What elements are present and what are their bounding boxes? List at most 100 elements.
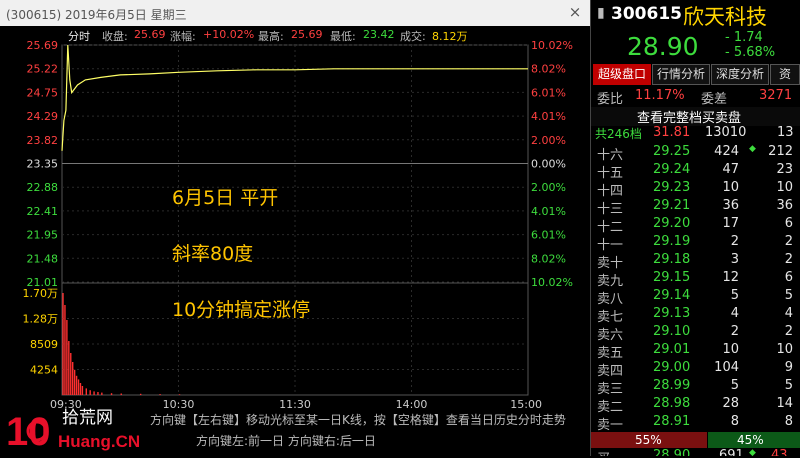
price-tick-label: 21.48 xyxy=(27,252,59,265)
ask-price: 28.98 xyxy=(653,396,690,411)
weibi-value: 11.17% xyxy=(635,88,685,103)
quote-price-block: 28.90 - 1.74 - 5.68% xyxy=(591,30,800,64)
ask-volume: 2 xyxy=(731,234,739,249)
annotation-slope: 斜率80度 xyxy=(172,239,253,266)
full-depth-link-row: 查看完整档买卖盘 xyxy=(591,107,800,126)
ask-price: 28.91 xyxy=(653,414,690,429)
ask-volume: 12 xyxy=(722,270,739,285)
ask-row[interactable]: 十五29.244723 xyxy=(591,162,800,181)
pct-tick-label: 6.01% xyxy=(531,229,566,242)
ask-count: 10 xyxy=(776,342,793,357)
buy-sell-ratio-bar: 55% 45% xyxy=(591,432,800,448)
bid-row: 买一 28.90 691 ◆ 43 xyxy=(591,448,800,456)
ask-volume: 5 xyxy=(731,288,739,303)
weibi-row: 委比 11.17% 委差 3271 xyxy=(591,88,800,107)
price-tick-label: 22.41 xyxy=(27,205,59,218)
keyboard-hint: 方向键【左右键】移动光标至某一日K线，按【空格键】查看当日历史分时走势 方向键左… xyxy=(150,410,590,452)
full-depth-link[interactable]: 查看完整档买卖盘 xyxy=(637,107,741,126)
ask-count: 2 xyxy=(785,324,793,339)
ask-row[interactable]: 十六29.25424◆212 xyxy=(591,144,800,163)
tab-capital[interactable]: 资 xyxy=(770,64,800,85)
tab-market-analysis[interactable]: 行情分析 xyxy=(652,64,710,85)
stock-name: 欣天科技 xyxy=(683,1,767,31)
ask-level-label: 卖十 xyxy=(597,252,623,271)
ask-row[interactable]: 卖三28.9955 xyxy=(591,378,800,397)
volume-tick-label: 1.70万 xyxy=(23,287,59,300)
bid-marker: ◆ xyxy=(749,448,756,456)
tab-deep-analysis[interactable]: 深度分析 xyxy=(711,64,769,85)
ask-volume: 2 xyxy=(731,324,739,339)
watermark-logo: 10 拾荒网 Huang.CN xyxy=(4,401,144,455)
total-levels-row: 共246档 31.81 13010 13 xyxy=(591,125,800,144)
bid-price: 28.90 xyxy=(653,448,690,456)
ask-row[interactable]: 十二29.20176 xyxy=(591,216,800,235)
quote-panel: ▮ 300615 欣天科技 28.90 - 1.74 - 5.68% 超级盘口 … xyxy=(590,0,800,456)
ask-volume: 10 xyxy=(722,180,739,195)
ask-count: 36 xyxy=(776,198,793,213)
total-levels-volume: 13010 xyxy=(705,125,746,140)
ask-row[interactable]: 卖八29.1455 xyxy=(591,288,800,307)
ask-volume: 10 xyxy=(722,342,739,357)
ask-price: 29.01 xyxy=(653,342,690,357)
ask-volume: 5 xyxy=(731,378,739,393)
ask-level-label: 卖一 xyxy=(597,414,623,433)
tab-super-orderbook[interactable]: 超级盘口 xyxy=(593,64,651,85)
ask-volume: 17 xyxy=(722,216,739,231)
pct-tick-label: 10.02% xyxy=(531,39,573,52)
ask-price: 29.19 xyxy=(653,234,690,249)
price-tick-label: 25.69 xyxy=(27,39,59,52)
price-tick-label: 23.35 xyxy=(27,158,59,171)
ask-level-label: 卖八 xyxy=(597,288,623,307)
ask-volume: 36 xyxy=(722,198,739,213)
ask-level-label: 十三 xyxy=(597,198,623,217)
total-levels-label: 共246档 xyxy=(595,125,642,142)
last-price: 28.90 xyxy=(627,32,699,61)
ask-level-label: 卖四 xyxy=(597,360,623,379)
pct-tick-label: 2.00% xyxy=(531,134,566,147)
bid-count: 43 xyxy=(771,448,788,456)
ask-row[interactable]: 卖一 28.91 8 8 xyxy=(591,414,800,433)
ask-volume: 8 xyxy=(731,414,739,429)
ask-row[interactable]: 卖六29.1022 xyxy=(591,324,800,343)
ask-volume: 424 xyxy=(714,144,739,159)
ask-price: 29.24 xyxy=(653,162,690,177)
ask-price: 28.99 xyxy=(653,378,690,393)
annotation-limit-up: 10分钟搞定涨停 xyxy=(172,295,310,322)
ask-price: 29.25 xyxy=(653,144,690,159)
ask-count: 8 xyxy=(785,414,793,429)
ask-count: 212 xyxy=(768,144,793,159)
pct-tick-label: 8.02% xyxy=(531,63,566,76)
ask-count: 6 xyxy=(785,216,793,231)
bid-volume: 691 xyxy=(719,448,744,456)
weicha-label: 委差 xyxy=(701,88,727,107)
ask-count: 2 xyxy=(785,252,793,267)
ask-row[interactable]: 卖九29.15126 xyxy=(591,270,800,289)
ask-price: 29.14 xyxy=(653,288,690,303)
ask-row[interactable]: 卖二28.982814 xyxy=(591,396,800,415)
logo-en-text: Huang.CN xyxy=(58,432,140,451)
sell-pct: 45% xyxy=(737,433,764,447)
ask-volume: 4 xyxy=(731,306,739,321)
ask-row[interactable]: 十四29.231010 xyxy=(591,180,800,199)
intraday-chart[interactable]: 25.6910.02%25.228.02%24.756.01%24.294.01… xyxy=(0,0,590,456)
ask-count: 10 xyxy=(776,180,793,195)
ask-level-label: 十五 xyxy=(597,162,623,181)
ask-row[interactable]: 卖五 29.01 10 10 xyxy=(591,342,800,361)
ask-count: 4 xyxy=(785,306,793,321)
logo-graphic: 10 拾荒网 Huang.CN xyxy=(4,401,144,455)
ask-row[interactable]: 十三29.213636 xyxy=(591,198,800,217)
quote-header: ▮ 300615 欣天科技 xyxy=(591,0,800,30)
ask-level-label: 卖二 xyxy=(597,396,623,415)
pct-tick-label: 0.00% xyxy=(531,158,566,171)
ask-row[interactable]: 卖四29.001049 xyxy=(591,360,800,379)
ask-level-label: 十二 xyxy=(597,216,623,235)
ask-level-label: 卖三 xyxy=(597,378,623,397)
ask-row[interactable]: 十一29.1922 xyxy=(591,234,800,253)
ask-level-label: 卖五 xyxy=(597,342,623,361)
ask-row[interactable]: 卖七29.1344 xyxy=(591,306,800,325)
ask-row[interactable]: 卖十29.1832 xyxy=(591,252,800,271)
ask-price: 29.23 xyxy=(653,180,690,195)
menu-icon[interactable]: ▮ xyxy=(597,5,605,21)
price-tick-label: 23.82 xyxy=(27,134,59,147)
total-levels-count: 13 xyxy=(777,125,794,140)
